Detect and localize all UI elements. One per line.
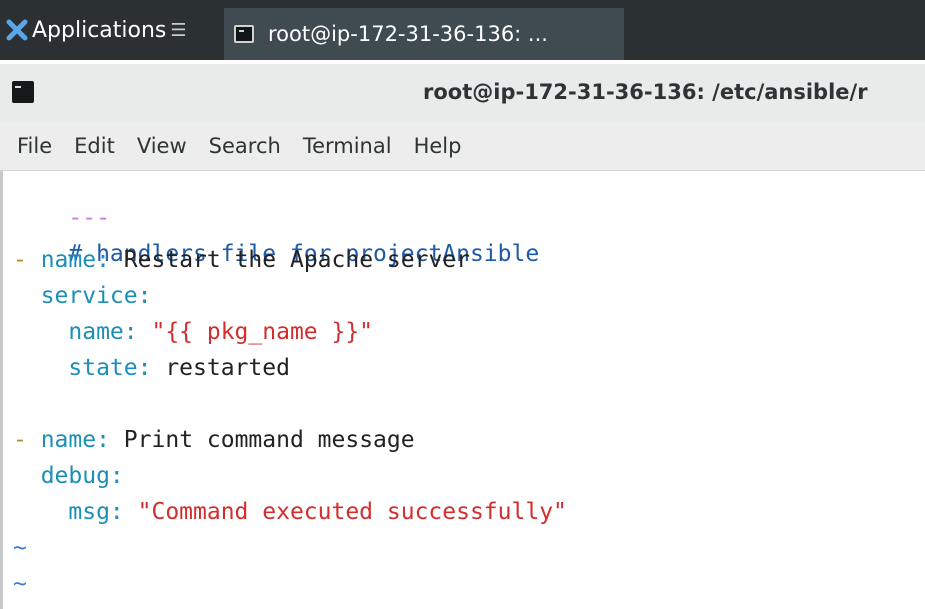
menu-help[interactable]: Help: [414, 134, 462, 158]
yaml-string: "{{ pkg_name }}": [137, 319, 374, 345]
terminal-icon: [234, 25, 254, 43]
yaml-value: Print command message: [109, 427, 415, 453]
code-line: state: restarted: [13, 353, 290, 383]
top-panel: Applications ☰ root@ip-172-31-36-136: ..…: [0, 0, 925, 60]
yaml-string: "Command executed successfully": [123, 499, 567, 525]
taskbar-terminal-title: root@ip-172-31-36-136: ...: [268, 22, 548, 46]
menu-terminal[interactable]: Terminal: [303, 134, 392, 158]
menu-edit[interactable]: Edit: [74, 134, 115, 158]
empty-line-marker: ~: [13, 535, 27, 561]
code-line: - name: Restart the Apache server: [13, 245, 470, 275]
list-dash: -: [13, 427, 41, 453]
menu-view[interactable]: View: [137, 134, 187, 158]
code-line: - name: Print command message: [13, 425, 415, 455]
xfce-logo-icon: [6, 19, 28, 41]
code-line: service:: [13, 281, 152, 311]
yaml-value: Restart the Apache server: [109, 247, 470, 273]
code-line: debug:: [13, 461, 124, 491]
menu-search[interactable]: Search: [209, 134, 281, 158]
terminal-editor[interactable]: --- # handlers file for projectAnsible -…: [0, 171, 925, 609]
applications-label: Applications: [32, 17, 167, 43]
menu-separator-icon: ☰: [170, 19, 187, 41]
empty-line-marker: ~: [13, 571, 27, 597]
yaml-value: restarted: [151, 355, 290, 381]
window-title: root@ip-172-31-36-136: /etc/ansible/r: [423, 80, 868, 104]
applications-menu[interactable]: Applications ☰: [0, 0, 193, 60]
yaml-key: state:: [13, 355, 152, 381]
yaml-key: name:: [13, 319, 138, 345]
menubar: File Edit View Search Terminal Help: [0, 122, 925, 171]
yaml-key: name:: [40, 247, 110, 273]
menu-file[interactable]: File: [17, 134, 52, 158]
list-dash: -: [13, 247, 41, 273]
window-titlebar[interactable]: root@ip-172-31-36-136: /etc/ansible/r: [0, 64, 925, 122]
yaml-key: debug:: [13, 463, 124, 489]
yaml-key: name:: [40, 427, 110, 453]
code-line: name: "{{ pkg_name }}": [13, 317, 373, 347]
terminal-window-icon: [12, 81, 34, 103]
yaml-key: service:: [13, 283, 152, 309]
taskbar-terminal-button[interactable]: root@ip-172-31-36-136: ...: [224, 8, 624, 60]
yaml-key: msg:: [13, 499, 124, 525]
code-line: msg: "Command executed successfully": [13, 497, 567, 527]
